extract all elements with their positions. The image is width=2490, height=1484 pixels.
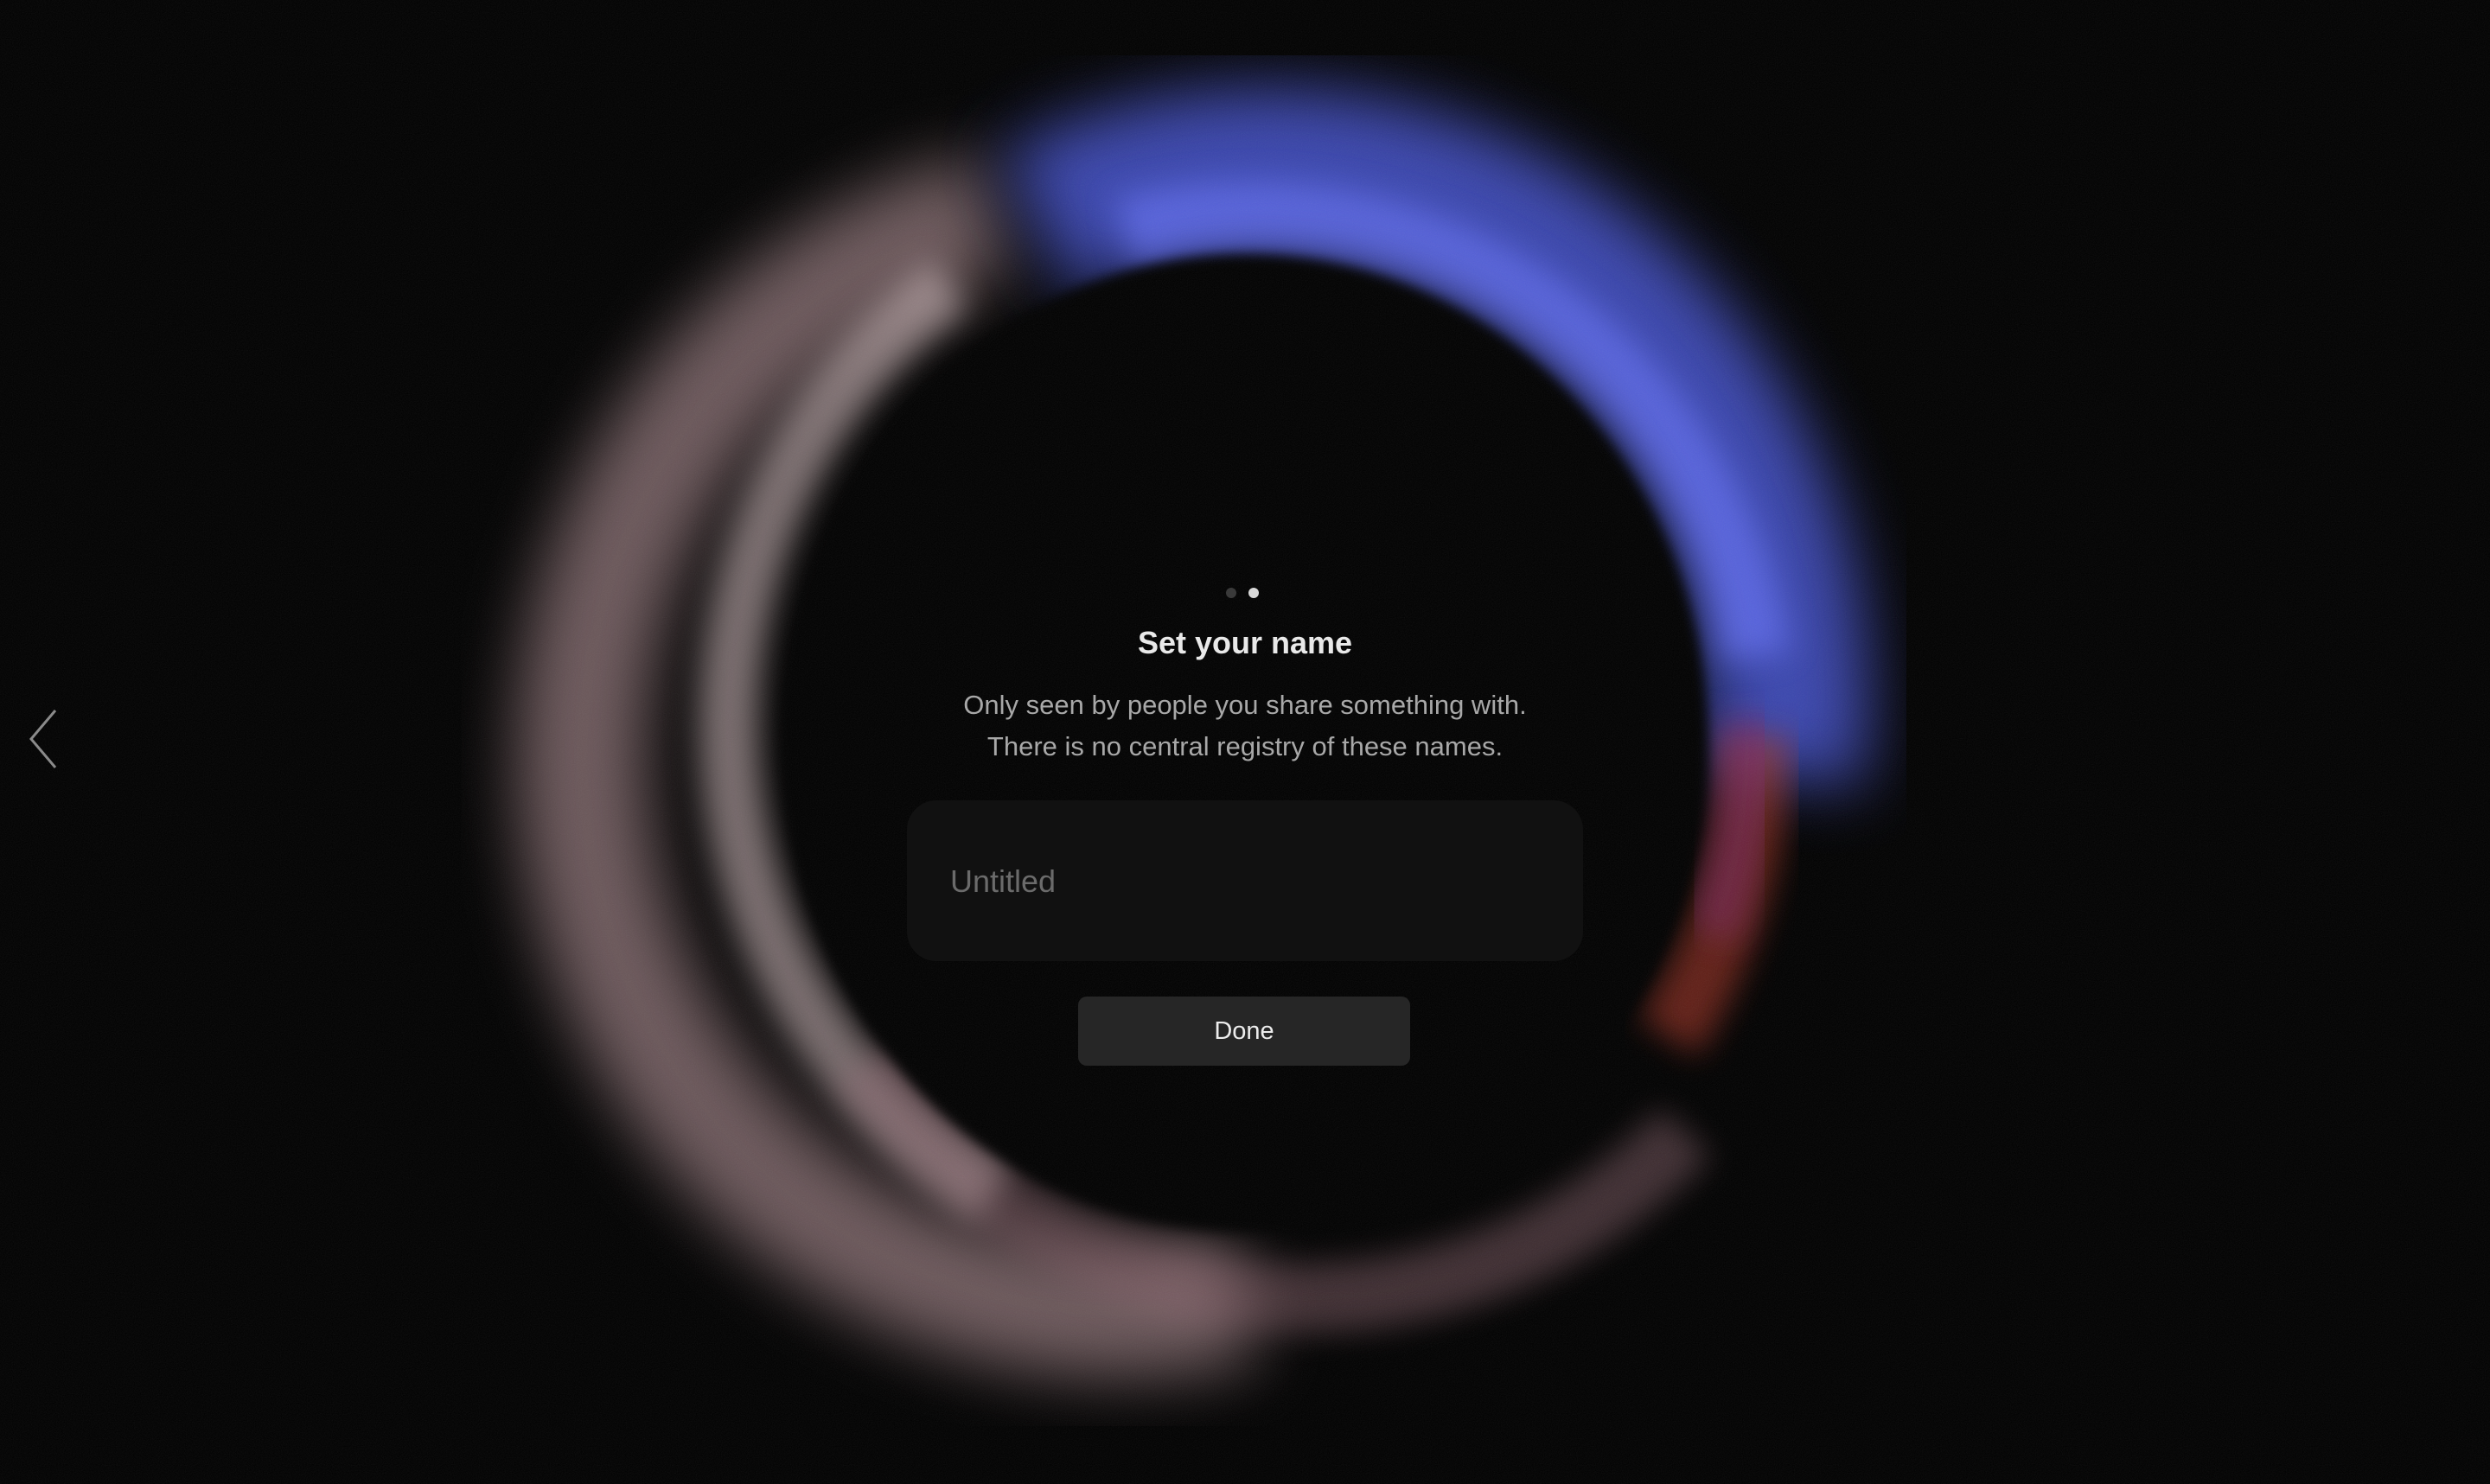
subtitle-line-1: Only seen by people you share something … bbox=[963, 690, 1527, 720]
name-input[interactable] bbox=[948, 844, 1548, 920]
page-subtitle: Only seen by people you share something … bbox=[899, 685, 1591, 767]
onboarding-screen: Set your name Only seen by people you sh… bbox=[0, 0, 2490, 1484]
done-button[interactable]: Done bbox=[1078, 997, 1410, 1066]
step-dot-1 bbox=[1226, 588, 1236, 598]
page-title: Set your name bbox=[1137, 625, 1353, 660]
step-dot-2-active bbox=[1248, 588, 1259, 598]
subtitle-line-2: There is no central registry of these na… bbox=[986, 731, 1504, 761]
name-field-container bbox=[907, 800, 1583, 961]
chevron-left-icon bbox=[29, 710, 57, 768]
back-button[interactable] bbox=[19, 691, 71, 787]
step-indicator bbox=[1226, 588, 1259, 598]
